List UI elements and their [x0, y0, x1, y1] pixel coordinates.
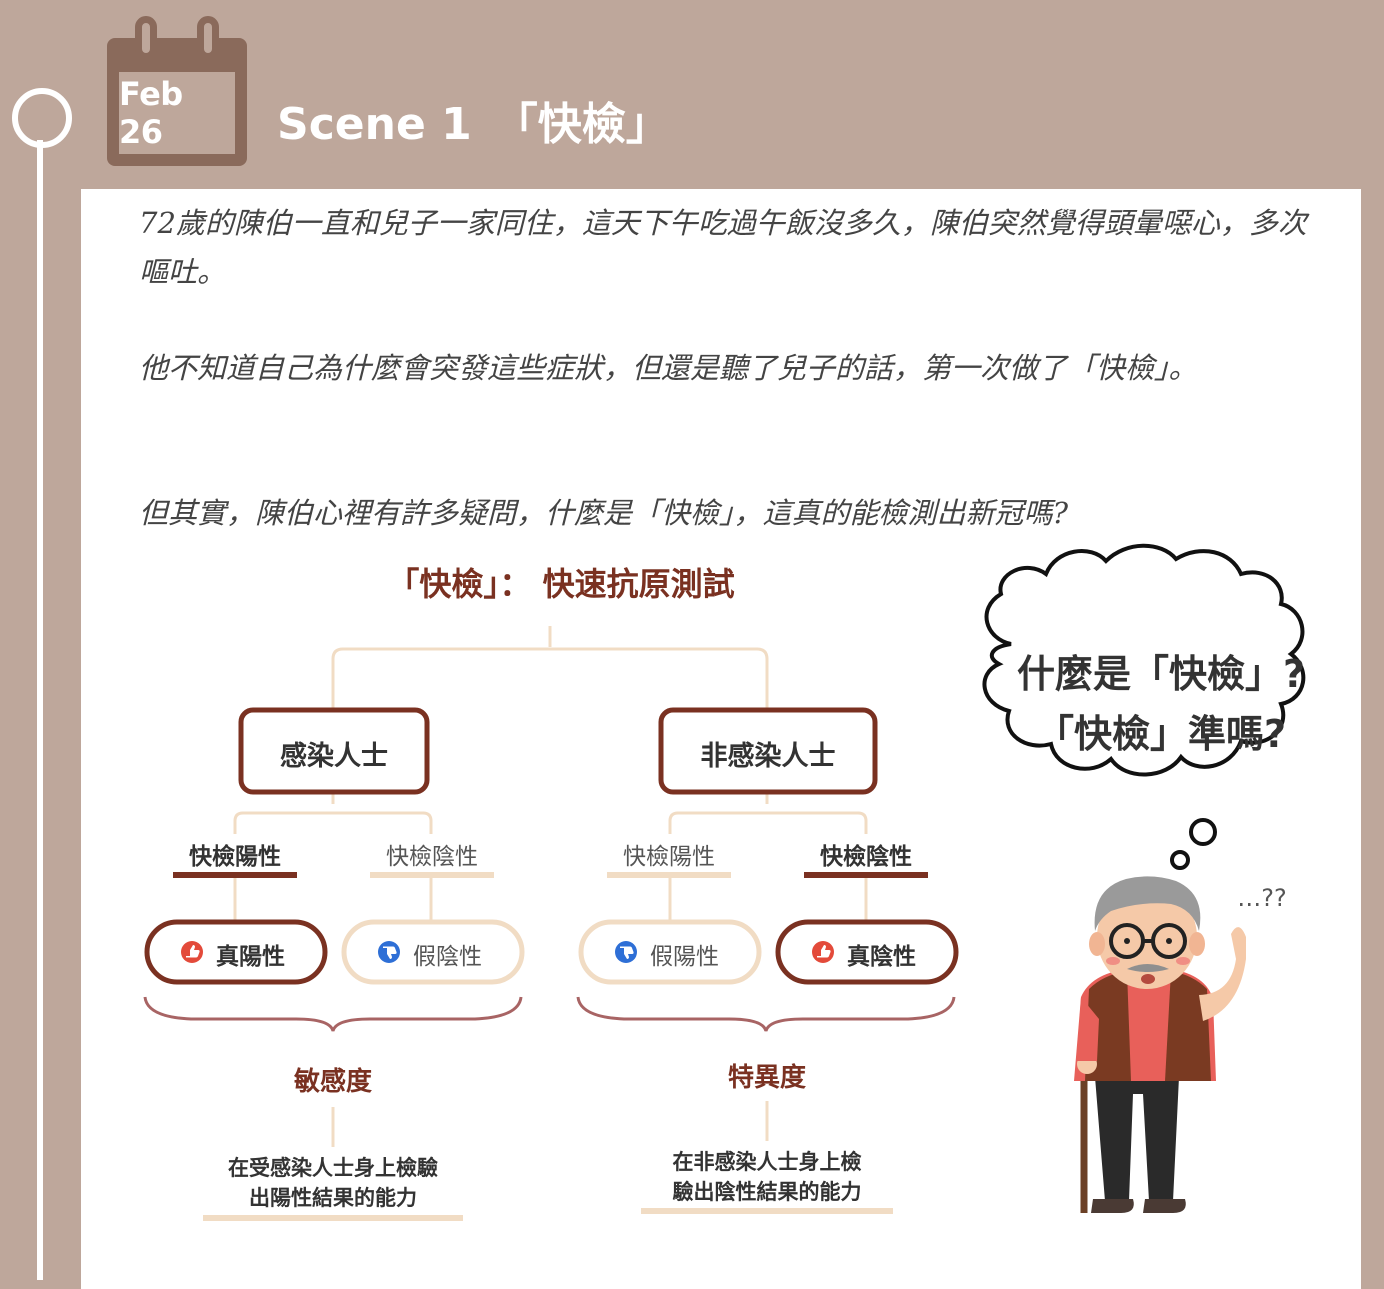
timeline-node — [12, 88, 72, 148]
thought-text: 什麼是「快檢」? 「快檢」準嗎? — [1001, 644, 1321, 764]
diagram-title: 「快檢」： 快速抗原測試 — [387, 565, 735, 603]
murmur-text: …?? — [1237, 884, 1287, 912]
old-man-illustration — [1074, 876, 1246, 1213]
timeline-line — [37, 140, 43, 1280]
scene-title: Scene 1 「快檢」 — [277, 99, 670, 150]
rapid-positive-label: 快檢陽性 — [189, 844, 281, 870]
calendar-icon: Feb 26 — [107, 16, 247, 166]
specificity-label: 特異度 — [727, 1063, 806, 1093]
tree-connector — [233, 794, 433, 834]
false-negative-label: 假陰性 — [413, 944, 482, 970]
sensitivity-brace — [143, 996, 523, 1032]
specificity-brace — [576, 996, 956, 1032]
content-card: 72歲的陳伯一直和兒子一家同住，這天下午吃過午飯沒多久，陳伯突然覺得頭暈噁心，多… — [81, 189, 1361, 1289]
tree-connector — [331, 626, 769, 719]
specificity-description-line: 驗出陰性結果的能力 — [672, 1180, 862, 1204]
calendar-date: Feb 26 — [119, 75, 183, 151]
specificity-description-line: 在非感染人士身上檢 — [672, 1150, 862, 1174]
true-positive-label: 真陽性 — [216, 944, 285, 970]
specificity-description: 在非感染人士身上檢 驗出陰性結果的能力 — [641, 1146, 893, 1206]
calendar-ring — [197, 16, 219, 60]
sensitivity-description-line: 出陽性結果的能力 — [249, 1186, 417, 1210]
false-positive-label: 假陽性 — [650, 944, 719, 970]
calendar-ring — [135, 16, 157, 60]
sensitivity-description-line: 在受感染人士身上檢驗 — [228, 1156, 438, 1180]
rapid-test-diagram: 「快檢」： 快速抗原測試 感染人士 非感染人士 快檢陽性 快檢陰性 快檢陽性 快… — [81, 189, 1361, 1289]
thought-bubble — [1170, 850, 1190, 870]
thumbs-up-icon — [812, 941, 834, 963]
rapid-positive-label: 快檢陽性 — [623, 844, 715, 870]
thumbs-down-icon — [378, 941, 400, 963]
infected-label: 感染人士 — [280, 741, 388, 772]
thought-line: 「快檢」準嗎? — [1035, 712, 1287, 756]
thumbs-up-icon — [181, 941, 203, 963]
thought-bubble — [1189, 818, 1217, 846]
true-negative-label: 真陰性 — [847, 944, 916, 970]
thumbs-down-icon — [615, 941, 637, 963]
sensitivity-description: 在受感染人士身上檢驗 出陽性結果的能力 — [203, 1152, 463, 1212]
non-infected-label: 非感染人士 — [700, 741, 836, 772]
tree-connector — [668, 794, 868, 834]
thought-line: 什麼是「快檢」? — [1016, 652, 1306, 696]
rapid-negative-label: 快檢陰性 — [820, 844, 912, 870]
rapid-negative-label: 快檢陰性 — [386, 844, 478, 870]
sensitivity-label: 敏感度 — [293, 1067, 372, 1097]
calendar-face: Feb 26 — [119, 72, 235, 154]
